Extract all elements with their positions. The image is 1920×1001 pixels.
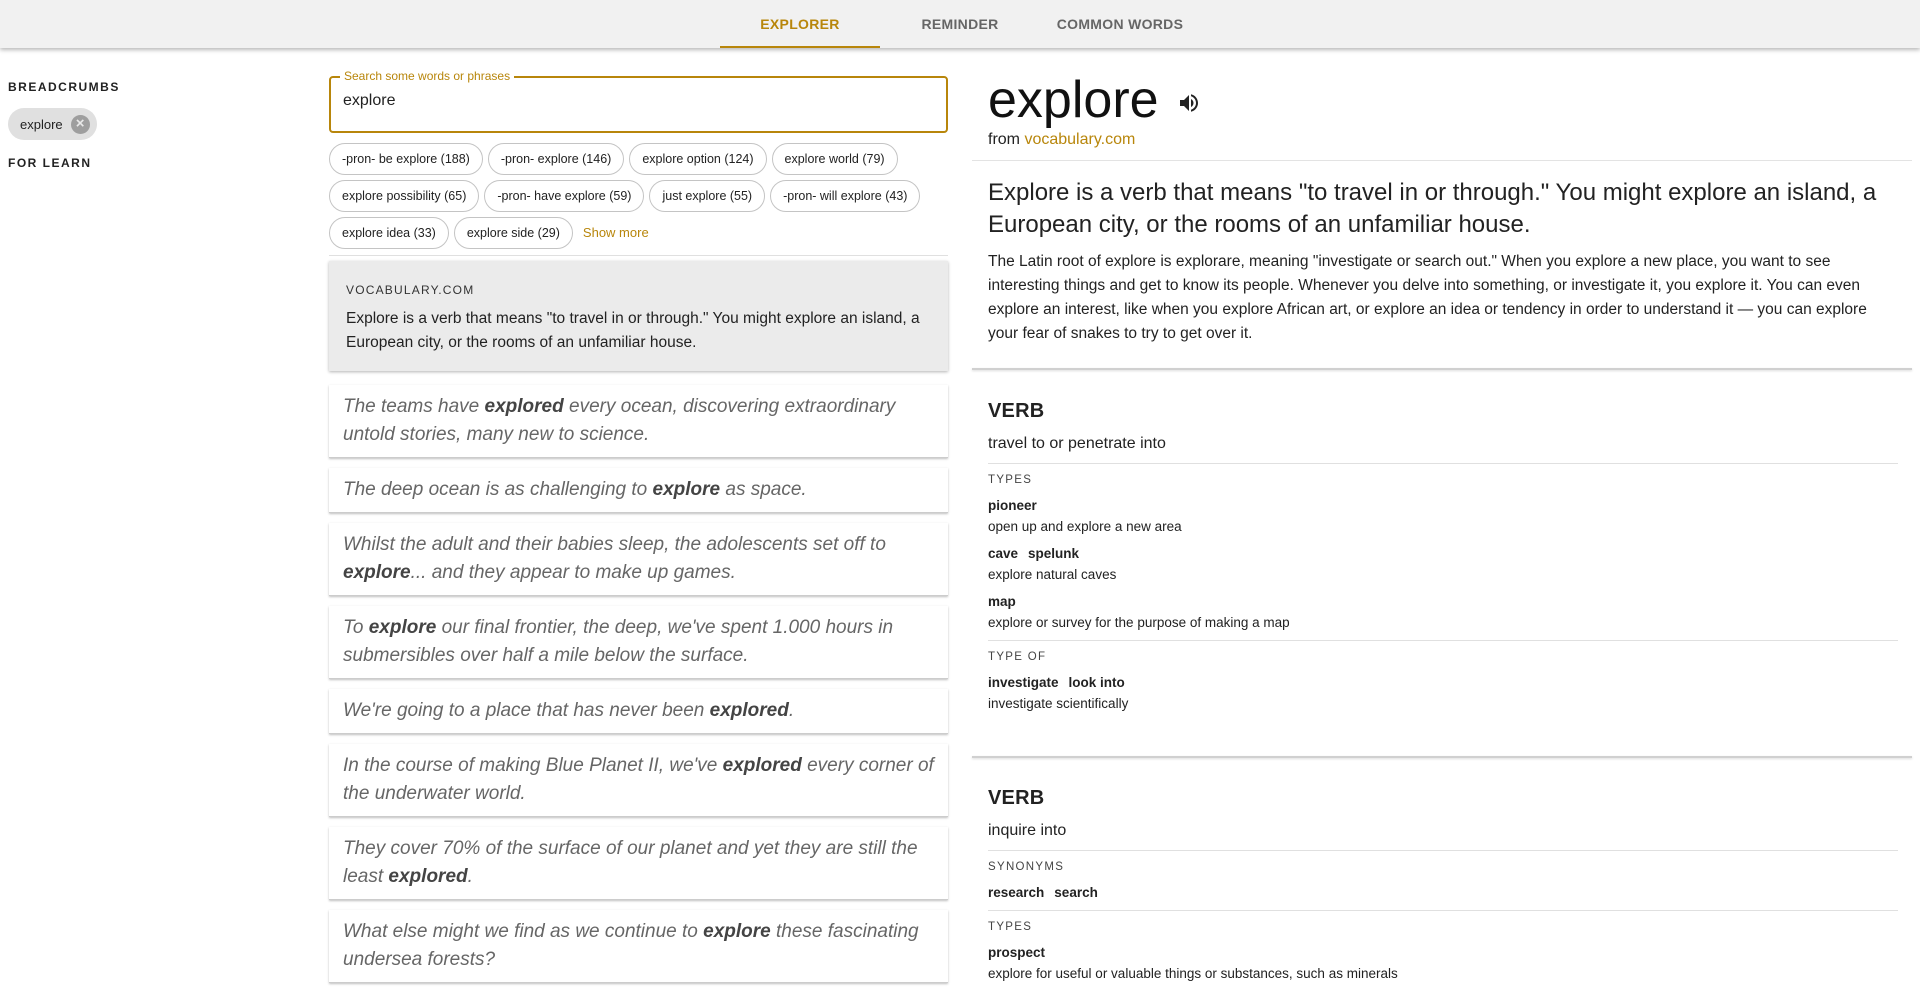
term-line: cave spelunk [988, 546, 1898, 561]
term-definition: explore natural caves [988, 567, 1117, 582]
long-definition: The Latin root of explore is explorare, … [988, 253, 1867, 342]
term-link[interactable]: look into [1069, 675, 1125, 690]
explorer-panel: Search some words or phrases -pron- be e… [329, 69, 948, 993]
example-sentence: In the course of making Blue Planet II, … [329, 744, 948, 817]
synonyms-label: SYNONYMS [988, 861, 1065, 873]
part-of-speech: VERB [988, 787, 1045, 809]
sense-gloss: travel to or penetrate into [988, 435, 1166, 452]
term-line: pioneer [988, 498, 1898, 513]
suggestion-chip[interactable]: -pron- be explore (188) [329, 143, 483, 175]
suggestion-chip[interactable]: explore option (124) [629, 143, 767, 175]
divider [972, 756, 1912, 758]
sidebar: BREADCRUMBS explore × FOR LEARN [8, 80, 308, 170]
breadcrumb-chip[interactable]: explore × [8, 108, 97, 140]
vocabulary-card: VOCABULARY.COM Explore is a verb that me… [329, 261, 948, 371]
divider [988, 910, 1898, 911]
vocabulary-text: Explore is a verb that means "to travel … [346, 310, 920, 351]
suggestion-chip[interactable]: -pron- have explore (59) [484, 180, 645, 212]
term-line: investigate look into [988, 675, 1898, 690]
sense-gloss: inquire into [988, 822, 1067, 839]
term-link[interactable]: investigate [988, 675, 1059, 690]
sense-block: VERB travel to or penetrate into TYPES p… [988, 400, 1898, 711]
suggestion-chip[interactable]: -pron- will explore (43) [770, 180, 921, 212]
divider [988, 640, 1898, 641]
term-link[interactable]: pioneer [988, 498, 1037, 513]
suggestion-chip[interactable]: explore side (29) [453, 217, 573, 249]
divider [972, 160, 1912, 161]
example-sentence: The deep ocean is as challenging to expl… [329, 468, 948, 513]
term-link[interactable]: map [988, 594, 1016, 609]
divider [972, 368, 1912, 370]
source-prefix: from [988, 131, 1025, 148]
speaker-icon[interactable] [1177, 91, 1201, 115]
term-link[interactable]: prospect [988, 945, 1045, 960]
show-more-link[interactable]: Show more [583, 217, 649, 249]
types-label: TYPES [988, 921, 1033, 933]
breadcrumbs-heading: BREADCRUMBS [8, 80, 120, 94]
types-label: TYPES [988, 474, 1033, 486]
divider [988, 463, 1898, 464]
type-of-label: TYPE OF [988, 651, 1047, 663]
breadcrumb-chip-label: explore [20, 116, 63, 132]
tab-explorer[interactable]: EXPLORER [720, 0, 880, 48]
example-sentence: What else might we find as we continue t… [329, 910, 948, 983]
source-line: from vocabulary.com [988, 131, 1135, 149]
term-line: prospect [988, 945, 1898, 960]
vocabulary-source: VOCABULARY.COM [346, 283, 475, 297]
suggestion-chip[interactable]: explore world (79) [771, 143, 898, 175]
suggestion-chip[interactable]: explore possibility (65) [329, 180, 480, 212]
search-label: Search some words or phrases [340, 69, 515, 83]
example-sentence: Whilst the adult and their babies sleep,… [329, 523, 948, 596]
term-definition: open up and explore a new area [988, 519, 1182, 534]
term-link[interactable]: research [988, 885, 1044, 900]
sense-block: VERB inquire into SYNONYMS research searc… [988, 787, 1898, 981]
term-definition: explore for useful or valuable things or… [988, 966, 1398, 981]
divider [329, 255, 948, 256]
suggestion-chip[interactable]: just explore (55) [649, 180, 766, 212]
suggestion-chip[interactable]: explore idea (33) [329, 217, 449, 249]
term-link[interactable]: spelunk [1028, 546, 1079, 561]
example-sentences: The teams have explored every ocean, dis… [329, 385, 948, 983]
term-link[interactable]: cave [988, 546, 1018, 561]
tab-reminder[interactable]: REMINDER [880, 0, 1040, 48]
tab-common-words[interactable]: COMMON WORDS [1040, 0, 1200, 48]
term-definition: investigate scientifically [988, 696, 1129, 711]
term-definition: explore or survey for the purpose of mak… [988, 615, 1290, 630]
example-sentence: They cover 70% of the surface of our pla… [329, 827, 948, 900]
part-of-speech: VERB [988, 400, 1045, 422]
example-sentence: We're going to a place that has never be… [329, 689, 948, 734]
term-link[interactable]: search [1054, 885, 1098, 900]
example-sentence: To explore our final frontier, the deep,… [329, 606, 948, 679]
example-sentence: The teams have explored every ocean, dis… [329, 385, 948, 458]
suggestion-chip[interactable]: -pron- explore (146) [487, 143, 625, 175]
word-header: explore [988, 70, 1201, 130]
suggestion-chips: -pron- be explore (188) -pron- explore (… [329, 143, 948, 254]
close-icon[interactable]: × [70, 114, 90, 134]
search-field[interactable]: Search some words or phrases [329, 69, 948, 133]
short-definition: Explore is a verb that means "to travel … [988, 179, 1877, 238]
term-line: map [988, 594, 1898, 609]
word-title: explore [988, 71, 1159, 129]
top-navigation: EXPLORER REMINDER COMMON WORDS [0, 0, 1920, 48]
term-line: research search [988, 885, 1898, 900]
for-learn-heading: FOR LEARN [8, 156, 92, 170]
source-link[interactable]: vocabulary.com [1024, 131, 1135, 148]
search-input[interactable] [343, 92, 923, 110]
divider [988, 850, 1898, 851]
